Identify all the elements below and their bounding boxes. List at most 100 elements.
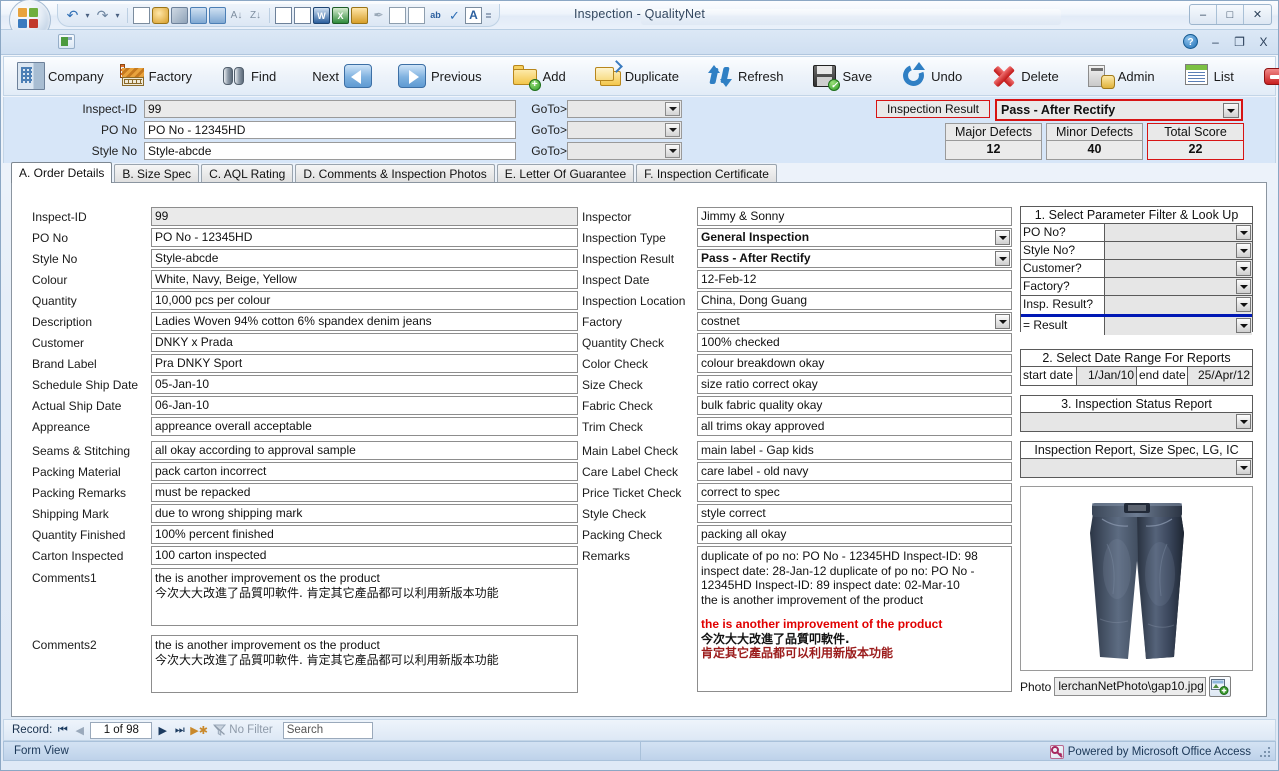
filter-combo-style-no[interactable] (1105, 242, 1252, 259)
export-word-icon[interactable]: W (313, 7, 330, 24)
factory-button[interactable]: Factory (111, 58, 199, 94)
field-inspection-type[interactable]: General Inspection (697, 228, 1012, 247)
search-input[interactable]: Search (283, 722, 373, 739)
filter-combo-result[interactable] (1105, 317, 1252, 335)
next-button[interactable]: Next (305, 58, 379, 94)
field-size-check[interactable]: size ratio correct okay (697, 375, 1012, 394)
chevron-down-icon[interactable] (1236, 297, 1251, 312)
field-comments2[interactable]: the is another improvement os the produc… (151, 635, 578, 693)
ribbon-tab-icon[interactable] (58, 34, 75, 49)
tab-order-details[interactable]: A. Order Details (11, 162, 112, 183)
field-main-label-check[interactable]: main label - Gap kids (697, 441, 1012, 460)
chevron-down-icon[interactable] (1236, 243, 1251, 258)
photo-path-field[interactable]: lerchanNetPhoto\gap10.jpg (1054, 677, 1206, 696)
form-view-icon[interactable] (275, 7, 292, 24)
chevron-down-icon[interactable] (1236, 279, 1251, 294)
window-controls[interactable]: – □ ✕ (1189, 4, 1272, 25)
replace-icon[interactable]: ab (427, 7, 444, 24)
inspection-report-combo[interactable] (1021, 459, 1252, 477)
chevron-down-icon[interactable] (665, 123, 680, 137)
spelling-check-icon[interactable]: ✓ (446, 7, 463, 24)
close-button[interactable]: ✕ (1244, 5, 1271, 24)
quick-access-toolbar[interactable]: ↶ ▾ ↷ ▾ A↓ Z↓ W X ✒ ab ✓ A ≣ (57, 4, 500, 27)
datasheet-view-icon[interactable] (294, 7, 311, 24)
field-appreance[interactable]: appreance overall acceptable (151, 417, 578, 436)
field-shipping-mark[interactable]: due to wrong shipping mark (151, 504, 578, 523)
header-goto-combo-3[interactable] (567, 142, 682, 160)
inspection-result-combo[interactable]: Pass - After Rectify (995, 99, 1243, 121)
refresh-button[interactable]: Refresh (700, 58, 791, 94)
first-record-button[interactable]: ⏮ (56, 724, 69, 737)
chevron-down-icon[interactable] (1236, 225, 1251, 240)
tools-icon[interactable] (171, 7, 188, 24)
list-button[interactable]: List (1176, 58, 1241, 94)
undo-icon[interactable]: ↶ (64, 7, 81, 24)
paste-icon[interactable] (408, 7, 425, 24)
relationships-icon[interactable] (190, 7, 207, 24)
minimize-button[interactable]: – (1190, 5, 1217, 24)
export-pdf-icon[interactable] (351, 7, 368, 24)
permissions-icon[interactable] (209, 7, 226, 24)
close-button-toolbar[interactable]: Close (1255, 58, 1279, 94)
field-packing-remarks[interactable]: must be repacked (151, 483, 578, 502)
start-date-value[interactable]: 1/Jan/10 (1077, 367, 1137, 385)
field-quantity[interactable]: 10,000 pcs per colour (151, 291, 578, 310)
last-record-button[interactable]: ⏭ (173, 724, 186, 737)
tab-size-spec[interactable]: B. Size Spec (114, 164, 199, 183)
properties-icon[interactable] (133, 7, 150, 24)
field-seams-stitching[interactable]: all okay according to approval sample (151, 441, 578, 460)
field-inspection-result[interactable]: Pass - After Rectify (697, 249, 1012, 268)
font-icon[interactable]: A (465, 7, 482, 24)
end-date-value[interactable]: 25/Apr/12 (1188, 367, 1252, 385)
admin-button[interactable]: Admin (1080, 58, 1162, 94)
document-close-button[interactable]: X (1257, 35, 1270, 49)
field-quantity-check[interactable]: 100% checked (697, 333, 1012, 352)
field-quantity-finished[interactable]: 100% percent finished (151, 525, 578, 544)
arrow-right-icon[interactable] (398, 64, 426, 88)
copy-icon[interactable] (389, 7, 406, 24)
resize-grip[interactable] (1258, 745, 1270, 757)
tab-letter-of-guarantee[interactable]: E. Letter Of Guarantee (497, 164, 634, 183)
field-fabric-check[interactable]: bulk fabric quality okay (697, 396, 1012, 415)
undo-button[interactable]: Undo (893, 58, 969, 94)
chevron-down-icon[interactable] (995, 230, 1010, 245)
filter-combo-factory[interactable] (1105, 278, 1252, 295)
field-packing-material[interactable]: pack carton incorrect (151, 462, 578, 481)
field-trim-check[interactable]: all trims okay approved (697, 417, 1012, 436)
delete-button[interactable]: Delete (983, 58, 1066, 94)
arrow-left-icon[interactable] (344, 64, 372, 88)
field-po-no[interactable]: PO No - 12345HD (151, 228, 578, 247)
header-po-no-field[interactable]: PO No - 12345HD (144, 121, 516, 139)
tab-comments-inspection-photos[interactable]: D. Comments & Inspection Photos (295, 164, 494, 183)
field-remarks[interactable]: duplicate of po no: PO No - 12345HD Insp… (697, 546, 1012, 692)
field-customer[interactable]: DNKY x Prada (151, 333, 578, 352)
field-style-check[interactable]: style correct (697, 504, 1012, 523)
field-color-check[interactable]: colour breakdown okay (697, 354, 1012, 373)
help-icon[interactable]: ? (1183, 34, 1198, 49)
document-minimize-button[interactable]: – (1209, 35, 1222, 49)
save-button[interactable]: ✓ Save (804, 58, 879, 94)
chevron-down-icon[interactable] (995, 314, 1010, 329)
new-record-button[interactable]: ▶✱ (190, 724, 203, 737)
previous-record-button[interactable]: ◀ (73, 724, 86, 737)
redo-icon[interactable]: ↷ (94, 7, 111, 24)
chevron-down-icon[interactable] (1223, 103, 1239, 118)
add-picture-icon[interactable] (1209, 676, 1231, 697)
field-comments1[interactable]: the is another improvement os the produc… (151, 568, 578, 626)
filter-combo-customer[interactable] (1105, 260, 1252, 277)
header-inspect-id-field[interactable]: 99 (144, 100, 516, 118)
format-painter-icon[interactable]: ✒ (370, 7, 387, 24)
next-record-button[interactable]: ▶ (156, 724, 169, 737)
field-price-ticket-check[interactable]: correct to spec (697, 483, 1012, 502)
header-goto-combo-2[interactable] (567, 121, 682, 139)
tab-inspection-certificate[interactable]: F. Inspection Certificate (636, 164, 777, 183)
tab-aql-rating[interactable]: C. AQL Rating (201, 164, 293, 183)
filter-combo-po-no[interactable] (1105, 224, 1252, 241)
field-brand-label[interactable]: Pra DNKY Sport (151, 354, 578, 373)
sort-descending-icon[interactable]: Z↓ (247, 7, 264, 24)
field-carton-inspected[interactable]: 100 carton inspected (151, 546, 578, 565)
no-filter-button[interactable]: No Filter (213, 724, 272, 736)
field-inspect-id[interactable]: 99 (151, 207, 578, 226)
header-style-no-field[interactable]: Style-abcde (144, 142, 516, 160)
field-actual-ship-date[interactable]: 06-Jan-10 (151, 396, 578, 415)
